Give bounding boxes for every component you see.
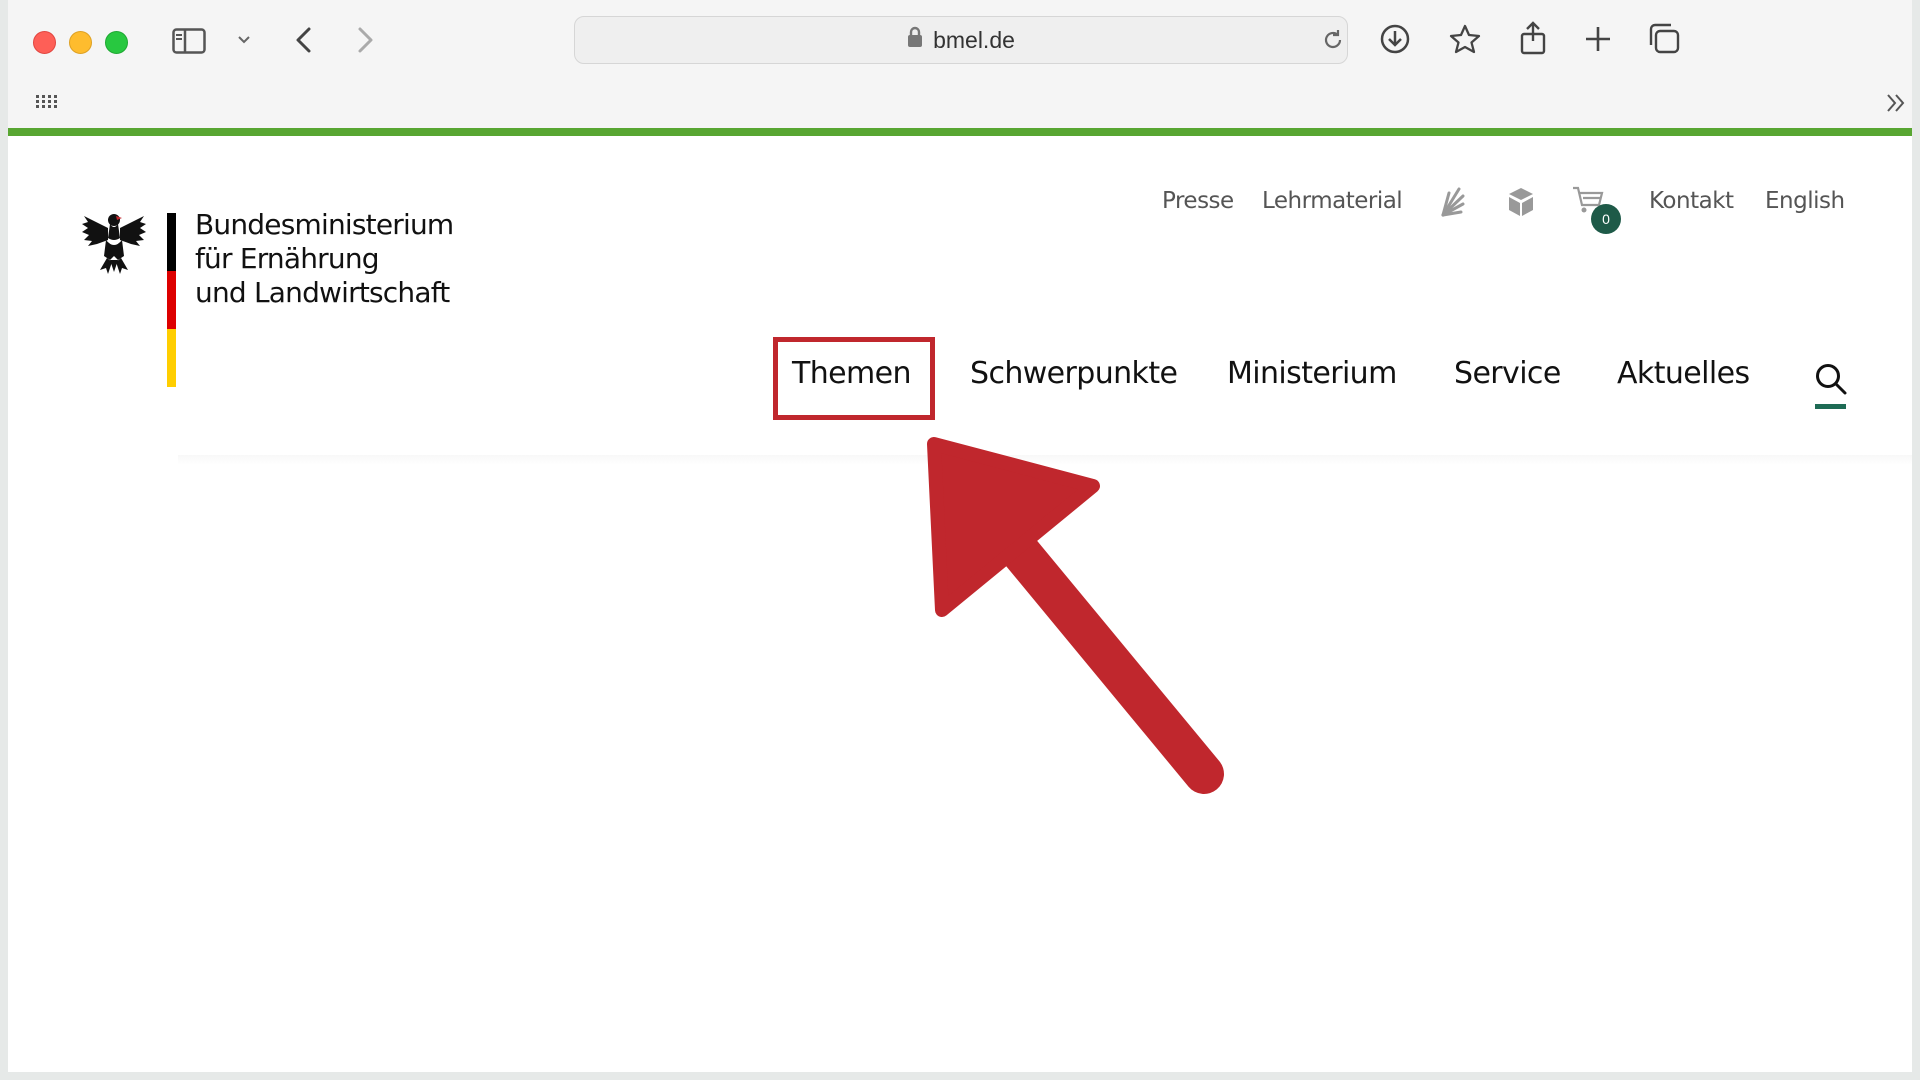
annotation-arrow-icon (927, 437, 1224, 794)
browser-window: bmel.de Bundesministerium für Ernährung … (8, 0, 1912, 1072)
